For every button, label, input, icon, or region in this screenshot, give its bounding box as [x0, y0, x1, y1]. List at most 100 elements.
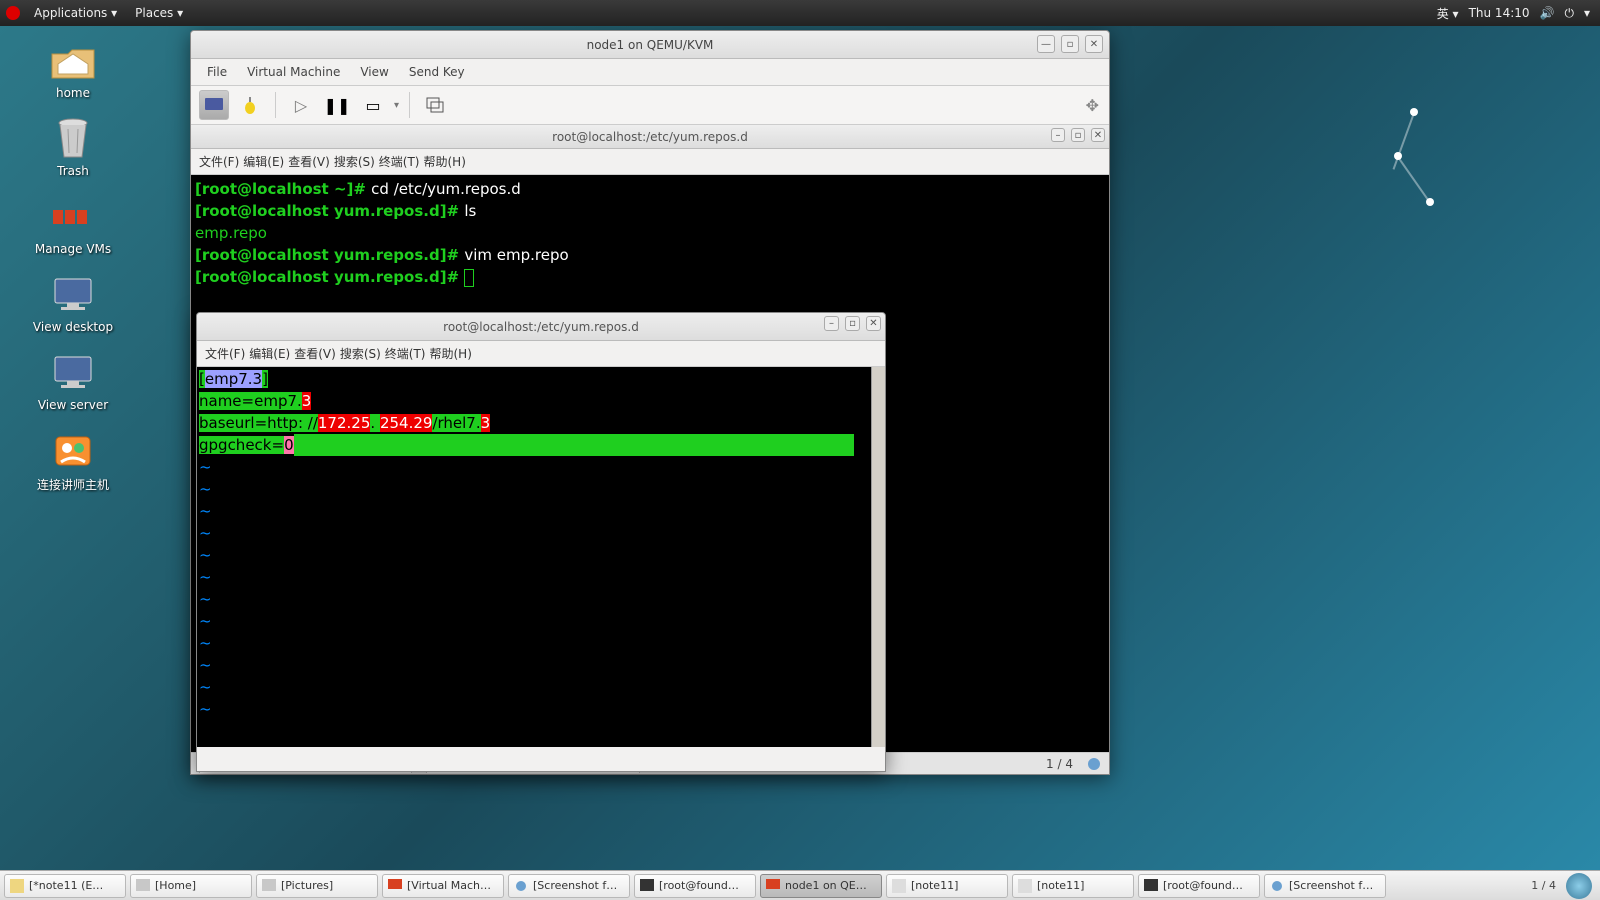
user-menu-icon[interactable]: ▾ [1584, 6, 1590, 20]
trash-icon[interactable]: Trash [18, 118, 128, 178]
vim-tilde: ~ [199, 698, 883, 720]
bottom-taskbar: [*note11 (E… [Home] [Pictures] [Virtual … [0, 870, 1600, 900]
vim-tilde: ~ [199, 544, 883, 566]
prompt: [root@localhost yum.repos.d]# [195, 268, 464, 286]
vim-text: 3 [302, 392, 312, 410]
vm-menubar: File Virtual Machine View Send Key [191, 59, 1109, 85]
nested-terminal-window: root@localhost:/etc/yum.repos.d – ▫ ✕ 文件… [196, 312, 886, 772]
dropdown-arrow-icon[interactable]: ▾ [394, 100, 399, 111]
vim-tilde: ~ [199, 676, 883, 698]
vim-text: name=emp7. [199, 392, 302, 410]
prompt: [root@localhost yum.repos.d]# [195, 246, 464, 264]
guest-close-button[interactable]: ✕ [1091, 128, 1105, 142]
nested-menu-file[interactable]: 文件(F) [205, 345, 245, 362]
nested-maximize-button[interactable]: ▫ [845, 316, 860, 331]
nested-minimize-button[interactable]: – [824, 316, 839, 331]
places-menu[interactable]: Places ▾ [127, 2, 191, 24]
console-button[interactable] [199, 90, 229, 120]
task-root-term2[interactable]: [root@found… [1138, 874, 1260, 898]
power-icon[interactable]: ⏻ [1564, 6, 1574, 21]
output-text: emp.repo [195, 224, 267, 242]
task-note11[interactable]: [*note11 (E… [4, 874, 126, 898]
task-home[interactable]: [Home] [130, 874, 252, 898]
shutdown-button[interactable]: ▭ [358, 90, 388, 120]
guest-terminal-title: root@localhost:/etc/yum.repos.d [552, 130, 748, 144]
nested-titlebar[interactable]: root@localhost:/etc/yum.repos.d – ▫ ✕ [197, 313, 885, 341]
minimize-button[interactable]: — [1037, 35, 1055, 53]
guest-menu-terminal[interactable]: 终端(T) [379, 153, 420, 170]
nested-menu-search[interactable]: 搜索(S) [340, 345, 381, 362]
task-pictures[interactable]: [Pictures] [256, 874, 378, 898]
nested-menu-view[interactable]: 查看(V) [294, 345, 336, 362]
menu-send-key[interactable]: Send Key [401, 62, 473, 82]
vim-text: 0 [284, 436, 294, 454]
task-screenshot2[interactable]: [Screenshot f… [1264, 874, 1386, 898]
guest-pager[interactable]: 1 / 4 [1046, 757, 1073, 771]
vim-text: baseurl=http: // [199, 414, 318, 432]
vm-window-titlebar[interactable]: node1 on QEMU/KVM — ▫ ✕ [191, 31, 1109, 59]
guest-menu-help[interactable]: 帮助(H) [424, 153, 466, 170]
guest-minimize-button[interactable]: – [1051, 128, 1065, 142]
redhat-icon [6, 6, 20, 20]
vim-text: gpgcheck= [199, 436, 284, 454]
pause-button[interactable]: ❚❚ [322, 90, 352, 120]
task-node1-vm[interactable]: node1 on QE… [760, 874, 882, 898]
vim-text: 254.29 [380, 414, 433, 432]
guest-terminal-titlebar[interactable]: root@localhost:/etc/yum.repos.d – ▫ ✕ [191, 125, 1109, 149]
nested-close-button[interactable]: ✕ [866, 316, 881, 331]
maximize-button[interactable]: ▫ [1061, 35, 1079, 53]
command-text: ls [464, 202, 476, 220]
vim-text: /rhel7. [432, 414, 480, 432]
close-button[interactable]: ✕ [1085, 35, 1103, 53]
connect-teacher-icon[interactable]: 连接讲师主机 [18, 430, 128, 493]
task-note11-2[interactable]: [note11] [886, 874, 1008, 898]
task-virtmgr[interactable]: [Virtual Mach… [382, 874, 504, 898]
menu-virtual-machine[interactable]: Virtual Machine [239, 62, 348, 82]
vim-text: 3 [481, 414, 491, 432]
vim-text: [ [199, 370, 205, 388]
vm-window-title: node1 on QEMU/KVM [587, 38, 714, 52]
menu-file[interactable]: File [199, 62, 235, 82]
vim-text: ] [262, 370, 268, 388]
vim-tilde: ~ [199, 610, 883, 632]
clock[interactable]: Thu 14:10 [1469, 6, 1530, 20]
guest-maximize-button[interactable]: ▫ [1071, 128, 1085, 142]
nested-menu-terminal[interactable]: 终端(T) [385, 345, 426, 362]
vim-content: [emp7.3]name=emp7.3baseurl=http: //172.2… [197, 367, 885, 721]
vim-tilde: ~ [199, 588, 883, 610]
vim-tilde: ~ [199, 522, 883, 544]
view-server-icon[interactable]: View server [18, 352, 128, 412]
task-screenshot1[interactable]: [Screenshot f… [508, 874, 630, 898]
guest-menu-file[interactable]: 文件(F) [199, 153, 239, 170]
info-button[interactable] [235, 90, 265, 120]
run-button[interactable]: ▷ [286, 90, 316, 120]
vim-editor-body[interactable]: [emp7.3]name=emp7.3baseurl=http: //172.2… [197, 367, 885, 747]
menu-view[interactable]: View [352, 62, 396, 82]
guest-menu-search[interactable]: 搜索(S) [334, 153, 375, 170]
nested-menu-edit[interactable]: 编辑(E) [249, 345, 290, 362]
nested-menu-help[interactable]: 帮助(H) [430, 345, 472, 362]
task-note11-3[interactable]: [note11] [1012, 874, 1134, 898]
manage-vms-icon[interactable]: Manage VMs [18, 196, 128, 256]
desktop-icons: home Trash Manage VMs View desktop View … [18, 40, 128, 493]
guest-menu-view[interactable]: 查看(V) [288, 153, 330, 170]
vim-tilde: ~ [199, 632, 883, 654]
home-folder-icon[interactable]: home [18, 40, 128, 100]
vm-toolbar: ▷ ❚❚ ▭ ▾ ✥ [191, 85, 1109, 125]
scrollbar[interactable] [871, 367, 885, 747]
view-desktop-icon[interactable]: View desktop [18, 274, 128, 334]
show-desktop-icon[interactable] [1566, 873, 1592, 899]
applications-menu[interactable]: Applications ▾ [26, 2, 125, 24]
workspace-pager[interactable]: 1 / 4 [1531, 879, 1562, 892]
gnome-top-panel: Applications ▾ Places ▾ 英 ▾ Thu 14:10 🔊 … [0, 0, 1600, 26]
vim-tilde: ~ [199, 654, 883, 676]
volume-icon[interactable]: 🔊 [1540, 6, 1555, 20]
input-method-indicator[interactable]: 英 ▾ [1437, 5, 1459, 22]
guest-terminal-menubar: 文件(F) 编辑(E) 查看(V) 搜索(S) 终端(T) 帮助(H) [191, 149, 1109, 175]
fullscreen-icon[interactable]: ✥ [1086, 96, 1099, 115]
nested-menubar: 文件(F) 编辑(E) 查看(V) 搜索(S) 终端(T) 帮助(H) [197, 341, 885, 367]
snapshot-button[interactable] [420, 90, 450, 120]
task-root-term1[interactable]: [root@found… [634, 874, 756, 898]
guest-menu-edit[interactable]: 编辑(E) [243, 153, 284, 170]
prompt: [root@localhost yum.repos.d]# [195, 202, 464, 220]
